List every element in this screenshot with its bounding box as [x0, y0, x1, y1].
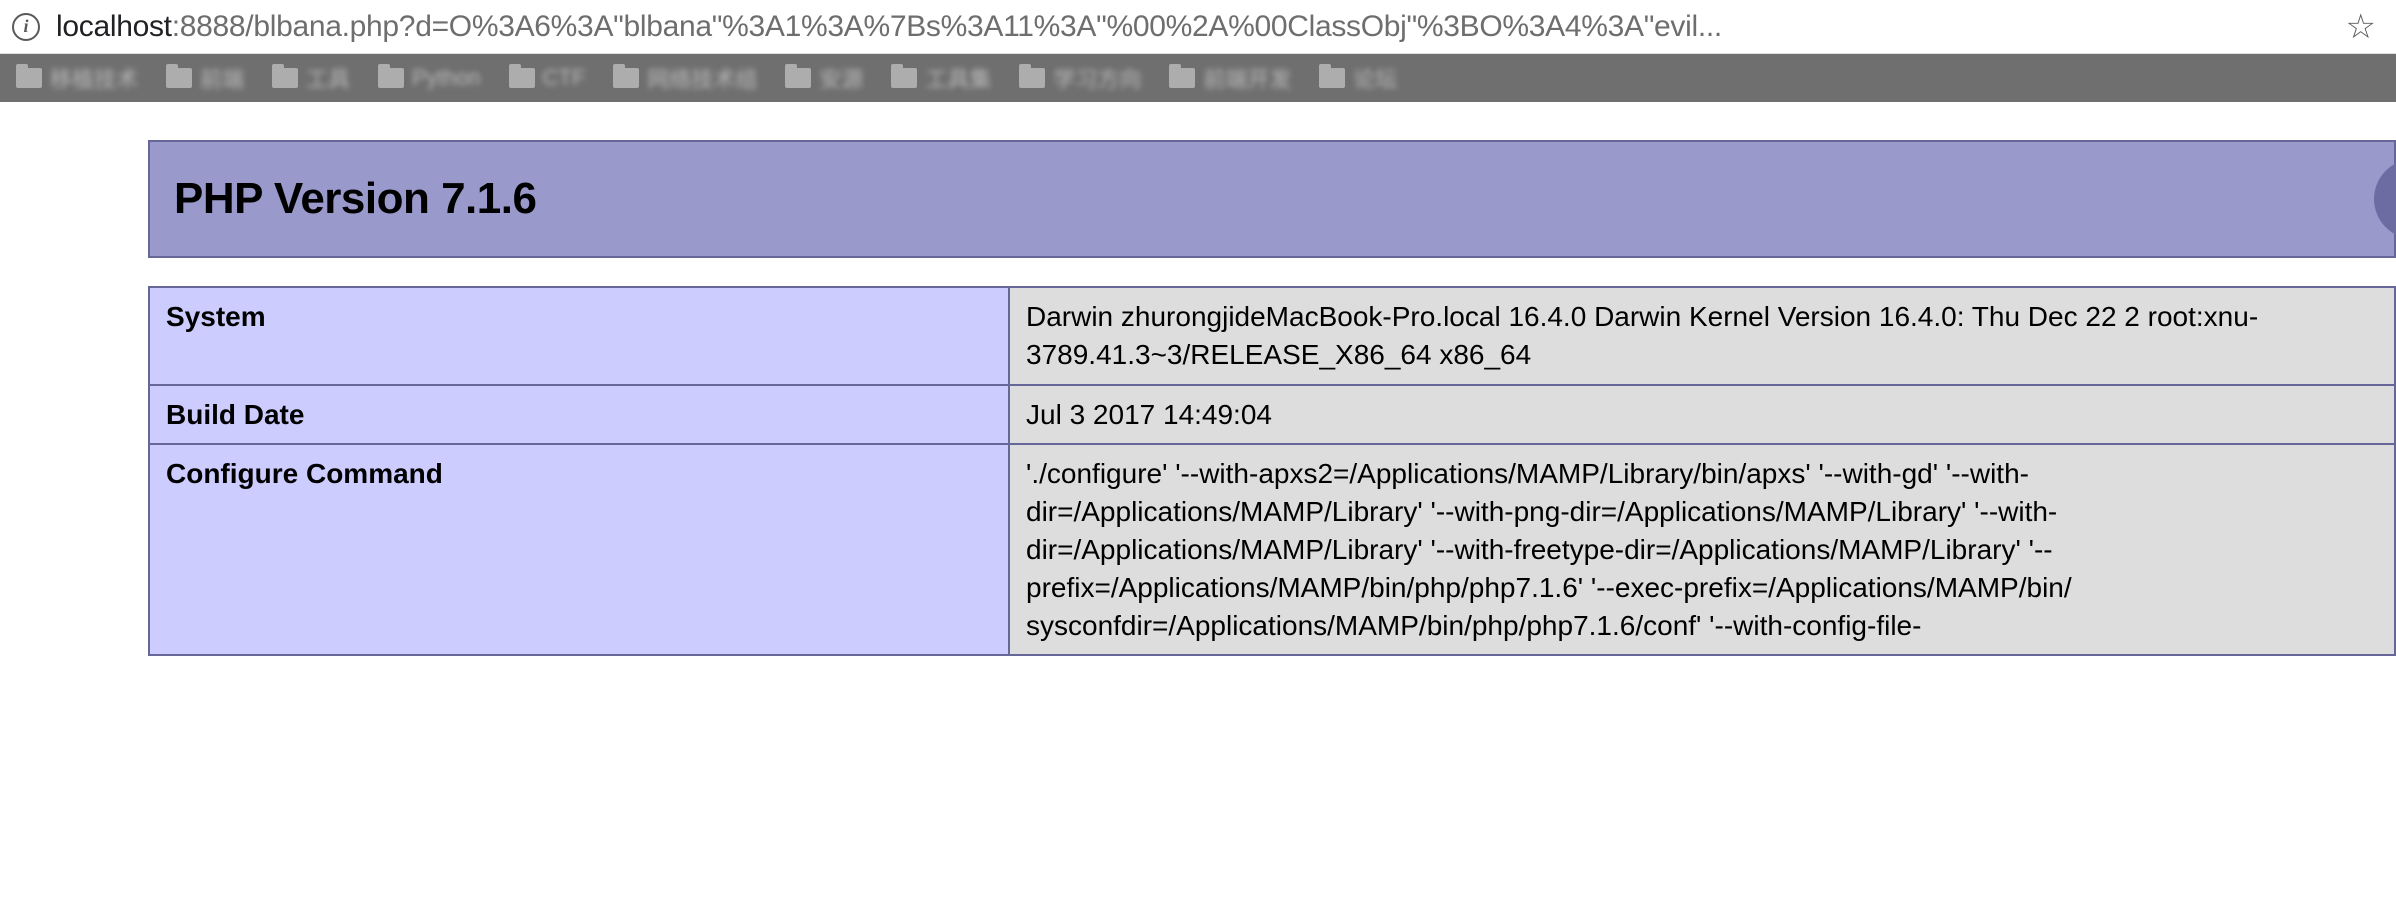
bookmark-label: 工具 [306, 62, 350, 94]
page-content: PHP Version 7.1.6 System Darwin zhurongj… [0, 102, 2396, 656]
bookmark-item[interactable]: 工具集 [891, 62, 991, 94]
bookmark-item[interactable]: 移植技术 [16, 62, 138, 94]
folder-icon [1169, 68, 1195, 88]
folder-icon [1019, 68, 1045, 88]
folder-icon [891, 68, 917, 88]
bookmark-item[interactable]: 工具 [272, 62, 350, 94]
bookmark-label: 移植技术 [50, 62, 138, 94]
bookmark-item[interactable]: Python [378, 65, 481, 91]
phpinfo-key-configure-command: Configure Command [149, 444, 1009, 655]
bookmark-label: 前端 [200, 62, 244, 94]
bookmark-label: CTF [543, 65, 586, 91]
url-path[interactable]: :8888/blbana.php?d=O%3A6%3A"blbana"%3A1%… [172, 10, 1722, 44]
table-row: Configure Command './configure' '--with-… [149, 444, 2395, 655]
phpinfo-header: PHP Version 7.1.6 [148, 140, 2396, 258]
folder-icon [166, 68, 192, 88]
bookmark-item[interactable]: 学习方向 [1019, 62, 1141, 94]
bookmark-label: 安源 [819, 62, 863, 94]
folder-icon [16, 68, 42, 88]
phpinfo-key-system: System [149, 287, 1009, 385]
phpinfo-value-configure-command: './configure' '--with-apxs2=/Application… [1009, 444, 2395, 655]
folder-icon [272, 68, 298, 88]
bookmarks-toolbar: 移植技术 前端 工具 Python CTF 网络技术组 安源 工具集 学习方向 … [0, 54, 2396, 102]
bookmark-item[interactable]: 论坛 [1319, 62, 1397, 94]
bookmark-item[interactable]: 前端开发 [1169, 62, 1291, 94]
phpinfo-value-build-date: Jul 3 2017 14:49:04 [1009, 385, 2395, 445]
bookmark-label: 前端开发 [1203, 62, 1291, 94]
php-logo-icon [2374, 159, 2396, 239]
bookmark-label: 学习方向 [1053, 62, 1141, 94]
table-row: Build Date Jul 3 2017 14:49:04 [149, 385, 2395, 445]
url-host[interactable]: localhost [56, 10, 172, 44]
phpinfo-value-system: Darwin zhurongjideMacBook-Pro.local 16.4… [1009, 287, 2395, 385]
table-row: System Darwin zhurongjideMacBook-Pro.loc… [149, 287, 2395, 385]
folder-icon [785, 68, 811, 88]
site-info-icon[interactable]: i [12, 13, 40, 41]
php-version-title: PHP Version 7.1.6 [174, 174, 2370, 224]
folder-icon [613, 68, 639, 88]
bookmark-item[interactable]: 安源 [785, 62, 863, 94]
bookmark-item[interactable]: 前端 [166, 62, 244, 94]
folder-icon [1319, 68, 1345, 88]
bookmark-label: 网络技术组 [647, 62, 757, 94]
bookmark-label: Python [412, 65, 481, 91]
bookmark-label: 论坛 [1353, 62, 1397, 94]
browser-address-bar: i localhost :8888/blbana.php?d=O%3A6%3A"… [0, 0, 2396, 54]
folder-icon [378, 68, 404, 88]
bookmark-star-icon[interactable]: ☆ [2346, 7, 2376, 47]
bookmark-item[interactable]: 网络技术组 [613, 62, 757, 94]
bookmark-item[interactable]: CTF [509, 65, 586, 91]
folder-icon [509, 68, 535, 88]
bookmark-label: 工具集 [925, 62, 991, 94]
phpinfo-table: System Darwin zhurongjideMacBook-Pro.loc… [148, 286, 2396, 656]
phpinfo-key-build-date: Build Date [149, 385, 1009, 445]
